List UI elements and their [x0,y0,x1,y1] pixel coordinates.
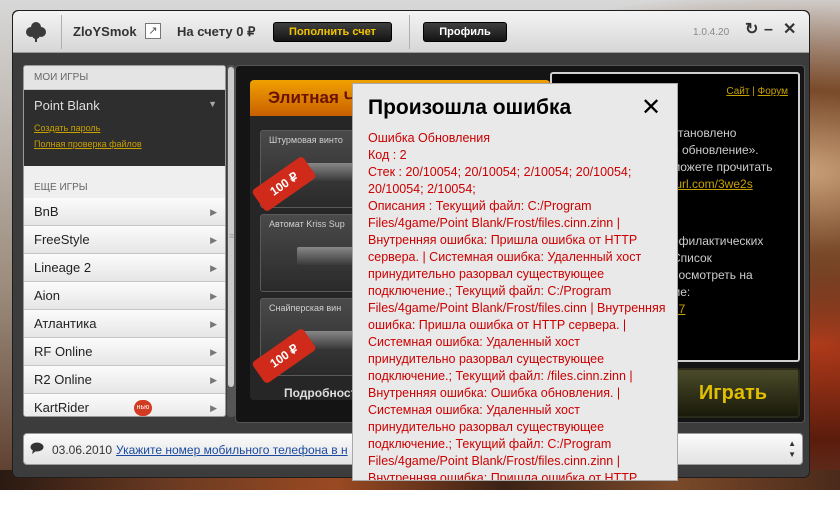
status-date: 03.06.2010 [52,443,113,457]
title-divider [61,15,62,49]
weapon-label: Снайперская вин [269,303,342,313]
my-games-header: МОИ ИГРЫ [24,66,225,90]
error-details: Ошибка Обновления Код : 2 Стек : 20/1005… [368,130,668,481]
game-label: Aion [34,288,61,303]
minimize-icon[interactable]: – [764,21,773,39]
other-games-header: ЕЩЕ ИГРЫ [24,166,225,198]
expand-arrow-icon: ▶ [210,347,217,357]
clover-logo-icon[interactable] [25,21,47,43]
phone-number-link[interactable]: Укажите номер мобильного телефона в н [116,443,348,457]
title-bar: ZloYSmok ↗ На счету 0 ₽ Пополнить счет П… [13,11,809,53]
account-balance: На счету 0 ₽ [177,24,256,39]
sidebar-item-r2-online[interactable]: R2 Online ▶ [24,366,225,394]
error-dialog: Произошла ошибка ✕ Ошибка Обновления Код… [352,83,678,481]
close-icon[interactable]: ✕ [783,21,796,39]
screen-margin [0,490,840,525]
sidebar-item-rf-online[interactable]: RF Online ▶ [24,338,225,366]
news-line: становлено [672,126,737,140]
game-label: R2 Online [34,372,92,387]
error-type: Ошибка Обновления [368,131,491,145]
expand-arrow-icon: ▶ [210,291,217,301]
weapon-label: Автомат Kriss Sup [269,219,345,229]
game-label: KartRider [34,400,89,415]
forum-link[interactable]: Форум [758,86,788,97]
news-line: офилактических [672,234,764,248]
full-file-check-link[interactable]: Полная проверка файлов [34,139,215,149]
game-label: Атлантика [34,316,97,331]
sidebar-item-kartrider[interactable]: KartRider нью ▶ [24,394,225,416]
play-button[interactable]: Играть [666,368,800,418]
expand-arrow-icon: ▶ [210,207,217,217]
news-url-link[interactable]: turl.com/3we2s [672,177,753,191]
price-tag: 100 ₽ [251,327,317,385]
site-link[interactable]: Сайт [726,86,749,97]
collapse-arrow-icon[interactable]: ▼ [208,99,217,109]
details-link[interactable]: Подробност [284,386,356,400]
game-label: Lineage 2 [34,260,92,275]
games-sidebar: МОИ ИГРЫ Point Blank ▼ Создать пароль По… [23,65,226,417]
game-label: FreeStyle [34,232,90,247]
news-line: посмотреть на [672,268,753,282]
create-password-link[interactable]: Создать пароль [34,123,215,133]
new-badge: нью [134,400,152,416]
sidebar-item-lineage2[interactable]: Lineage 2 ▶ [24,254,225,282]
price-tag: 100 ₽ [251,155,317,213]
news-line: е обновление». [672,143,759,157]
expand-arrow-icon: ▶ [210,319,217,329]
expand-arrow-icon: ▶ [210,403,217,413]
close-icon[interactable]: ✕ [641,94,661,122]
expand-arrow-icon: ▶ [210,235,217,245]
expand-arrow-icon: ▶ [210,263,217,273]
weapon-label: Штурмовая винто [269,135,343,145]
refresh-icon[interactable]: ↻ [745,21,758,39]
top-up-button[interactable]: Пополнить счет [273,22,392,42]
news-links: Сайт | Форум [726,86,788,97]
game-label: BnB [34,204,59,219]
game-label: RF Online [34,344,93,359]
link-separator: | [752,86,755,97]
sidebar-scroll-thumb[interactable] [228,67,234,387]
error-code: Код : 2 [368,148,407,162]
error-stack: Стек : 20/10054; 20/10054; 2/10054; 20/1… [368,165,632,196]
version-label: 1.0.4.20 [693,27,730,38]
user-card-icon[interactable]: ↗ [145,23,161,39]
sidebar-item-aion[interactable]: Aion ▶ [24,282,225,310]
expand-arrow-icon: ▶ [210,375,217,385]
sidebar-item-freestyle[interactable]: FreeStyle ▶ [24,226,225,254]
chat-bubble-icon [30,442,44,454]
sidebar-item-atlantica[interactable]: Атлантика ▶ [24,310,225,338]
dialog-title: Произошла ошибка [368,96,572,119]
my-game-title: Point Blank [34,98,100,113]
news-line: можете прочитать [672,160,773,174]
splitter-grip-icon[interactable]: ≡ [229,231,234,241]
sidebar-item-bnb[interactable]: BnB ▶ [24,198,225,226]
profile-button[interactable]: Профиль [423,22,507,42]
status-scroll-arrows-icon[interactable]: ▲ ▼ [788,438,796,460]
username: ZloYSmok [73,24,137,39]
error-description: Описания : Текущий файл: C:/Program File… [368,199,666,481]
title-divider [409,15,410,49]
my-game-point-blank[interactable]: Point Blank ▼ Создать пароль Полная пров… [24,90,225,166]
